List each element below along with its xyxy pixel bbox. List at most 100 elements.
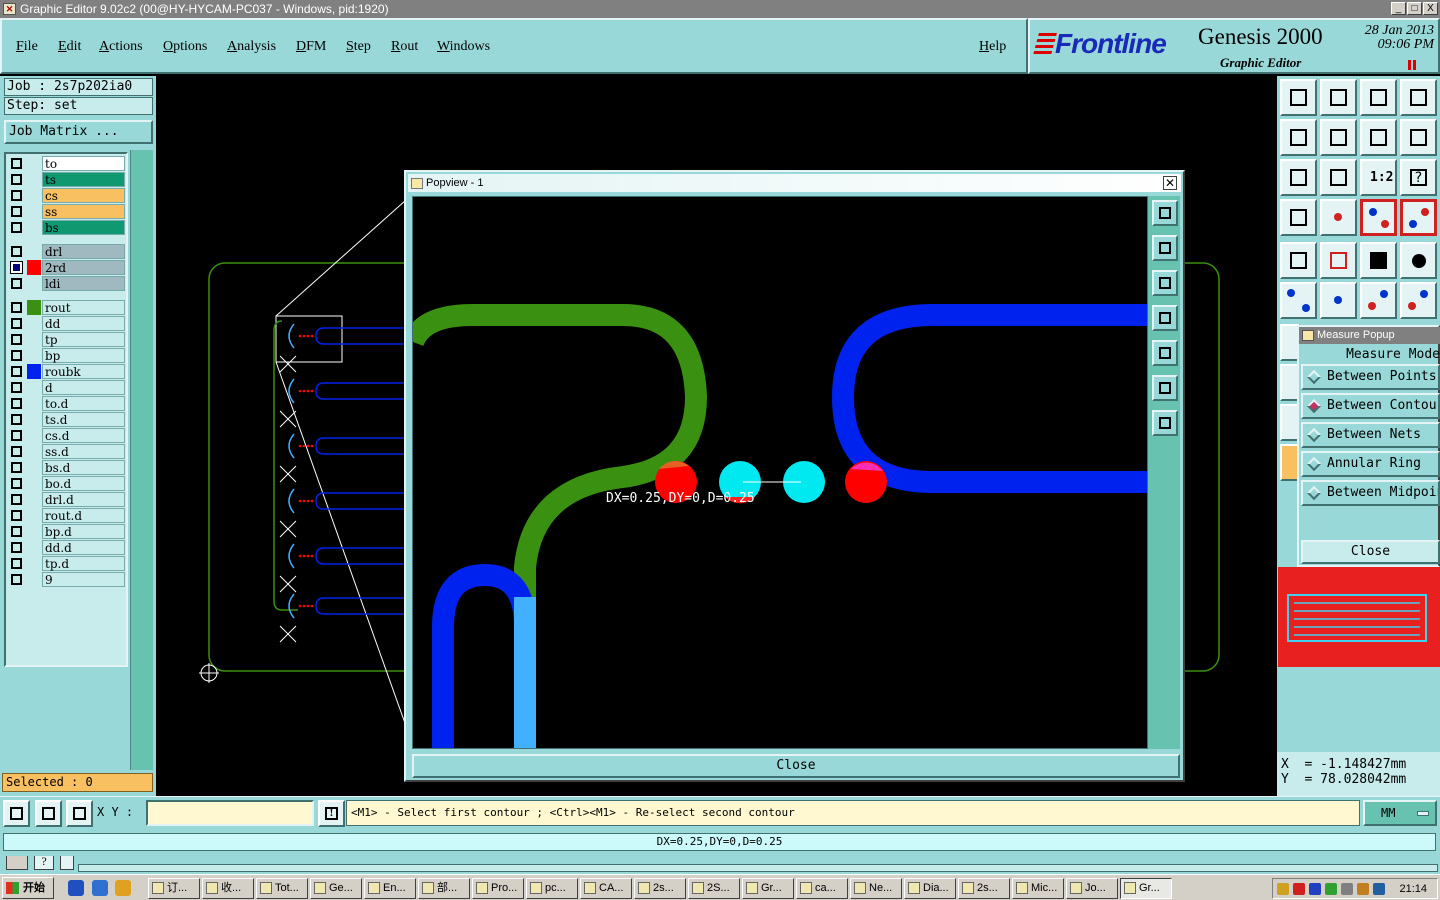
taskbar-task[interactable]: Mic...	[1012, 878, 1064, 899]
taskbar-task[interactable]: 订...	[148, 878, 200, 899]
tray-gray-icon[interactable]	[1341, 883, 1353, 895]
layer-row[interactable]: bs	[8, 220, 126, 235]
layer-name[interactable]: rout	[42, 300, 125, 315]
tray-network-icon[interactable]	[1373, 883, 1385, 895]
layer-row[interactable]: tp.d	[8, 556, 126, 571]
popview-close-icon[interactable]: ✕	[1163, 176, 1177, 190]
close-window-button[interactable]: X	[1423, 2, 1438, 15]
layer-checkbox[interactable]	[11, 430, 22, 441]
layer-name[interactable]: bs	[42, 220, 125, 235]
link2-icon[interactable]	[1400, 282, 1437, 319]
layer-row[interactable]: rout.d	[8, 508, 126, 523]
layer-checkbox[interactable]	[11, 174, 22, 185]
snake-icon[interactable]	[1400, 119, 1437, 156]
layer-row[interactable]: ss	[8, 204, 126, 219]
layer-row[interactable]: dd	[8, 316, 126, 331]
keyboard-icon[interactable]	[6, 854, 28, 870]
layer-checkbox[interactable]	[11, 302, 22, 313]
layer-name[interactable]: drl.d	[42, 492, 125, 507]
layer-checkbox[interactable]	[11, 414, 22, 425]
pop-up-icon[interactable]	[1152, 235, 1178, 261]
layer-row[interactable]: tp	[8, 332, 126, 347]
taskbar-task[interactable]: 2s...	[634, 878, 686, 899]
zoom-down-icon[interactable]	[1320, 79, 1357, 116]
layer-checkbox[interactable]	[11, 478, 22, 489]
layer-name[interactable]: cs.d	[42, 428, 125, 443]
ruler-icon[interactable]	[1360, 242, 1397, 279]
layer-checkbox[interactable]	[11, 462, 22, 473]
layer-row[interactable]: drl	[8, 244, 126, 259]
layer-row[interactable]: roubk	[8, 364, 126, 379]
layer-name[interactable]: roubk	[42, 364, 125, 379]
layer-checkbox[interactable]	[11, 446, 22, 457]
snap-grid-icon[interactable]	[35, 800, 62, 827]
layer-checkbox[interactable]	[11, 158, 22, 169]
layer-checkbox[interactable]	[11, 222, 22, 233]
pop-center-icon[interactable]	[1152, 410, 1178, 436]
layer-checkbox[interactable]	[11, 398, 22, 409]
pause-icon[interactable]	[1408, 60, 1416, 70]
layer-name[interactable]: bo.d	[42, 476, 125, 491]
layer-row[interactable]: bp.d	[8, 524, 126, 539]
measure-close-button[interactable]: Close	[1301, 540, 1440, 564]
layer-checkbox[interactable]	[11, 350, 22, 361]
taskbar-task[interactable]: CA...	[580, 878, 632, 899]
taskbar-task[interactable]: 2s...	[958, 878, 1010, 899]
tools-icon[interactable]	[1280, 199, 1317, 236]
popview-canvas[interactable]: DX=0.25,DY=0,D=0.25	[412, 196, 1148, 749]
layer-checkbox[interactable]	[10, 261, 23, 274]
pan-right-icon[interactable]	[1320, 119, 1357, 156]
taskbar-task[interactable]: Jo...	[1066, 878, 1118, 899]
pad-icon[interactable]	[1400, 242, 1437, 279]
layer-row[interactable]: bs.d	[8, 460, 126, 475]
taskbar-task[interactable]: ca...	[796, 878, 848, 899]
layer-name[interactable]: bp	[42, 348, 125, 363]
link-icon[interactable]	[1360, 282, 1397, 319]
select-icon[interactable]	[1280, 242, 1317, 279]
tray-orange-icon[interactable]	[1357, 883, 1369, 895]
layer-name[interactable]: cs	[42, 188, 125, 203]
taskbar-task[interactable]: Pro...	[472, 878, 524, 899]
taskbar-task[interactable]: Dia...	[904, 878, 956, 899]
alert-icon[interactable]: !	[318, 800, 345, 827]
layer-checkbox[interactable]	[11, 574, 22, 585]
mode-between-points[interactable]: Between Points	[1301, 364, 1440, 390]
layer-row[interactable]: ldi	[8, 276, 126, 291]
layer-name[interactable]: bp.d	[42, 524, 125, 539]
layer-name[interactable]: ss	[42, 204, 125, 219]
tray-pencil-icon[interactable]	[1277, 883, 1289, 895]
minimize-button[interactable]: _	[1391, 2, 1406, 15]
zoom-home-icon[interactable]	[1280, 79, 1317, 116]
layer-checkbox[interactable]	[11, 334, 22, 345]
layer-name[interactable]: ts.d	[42, 412, 125, 427]
taskbar-task[interactable]: Tot...	[256, 878, 308, 899]
layer-row[interactable]: cs	[8, 188, 126, 203]
menu-dfm[interactable]: DFM	[296, 39, 326, 55]
taskbar-task[interactable]: Ne...	[850, 878, 902, 899]
snap-icon[interactable]	[3, 800, 30, 827]
overview-thumbnail[interactable]	[1278, 567, 1440, 667]
layer-checkbox[interactable]	[11, 558, 22, 569]
tray-green-icon[interactable]	[1325, 883, 1337, 895]
window-split-icon[interactable]	[1400, 79, 1437, 116]
layer-name[interactable]: dd	[42, 316, 125, 331]
layer-row[interactable]: ts	[8, 172, 126, 187]
pop-down-icon[interactable]	[1152, 270, 1178, 296]
layer-name[interactable]: rout.d	[42, 508, 125, 523]
menu-file[interactable]: File	[16, 39, 38, 55]
layer-checkbox[interactable]	[11, 494, 22, 505]
layer-row[interactable]: d	[8, 380, 126, 395]
quicklaunch-app-icon[interactable]	[115, 880, 131, 896]
layer-row[interactable]: bo.d	[8, 476, 126, 491]
layer-name[interactable]: ss.d	[42, 444, 125, 459]
layer-name[interactable]: tp	[42, 332, 125, 347]
job-matrix-button[interactable]: Job Matrix ...	[4, 120, 153, 144]
center-icon[interactable]	[1320, 159, 1357, 196]
menu-step[interactable]: Step	[346, 39, 371, 55]
taskbar-task[interactable]: En...	[364, 878, 416, 899]
pop-zoom-icon[interactable]	[1152, 200, 1178, 226]
taskbar-task[interactable]: Ge...	[310, 878, 362, 899]
house-icon[interactable]	[1360, 79, 1397, 116]
layer-row[interactable]: drl.d	[8, 492, 126, 507]
mode-annular-ring[interactable]: Annular Ring	[1301, 451, 1440, 477]
